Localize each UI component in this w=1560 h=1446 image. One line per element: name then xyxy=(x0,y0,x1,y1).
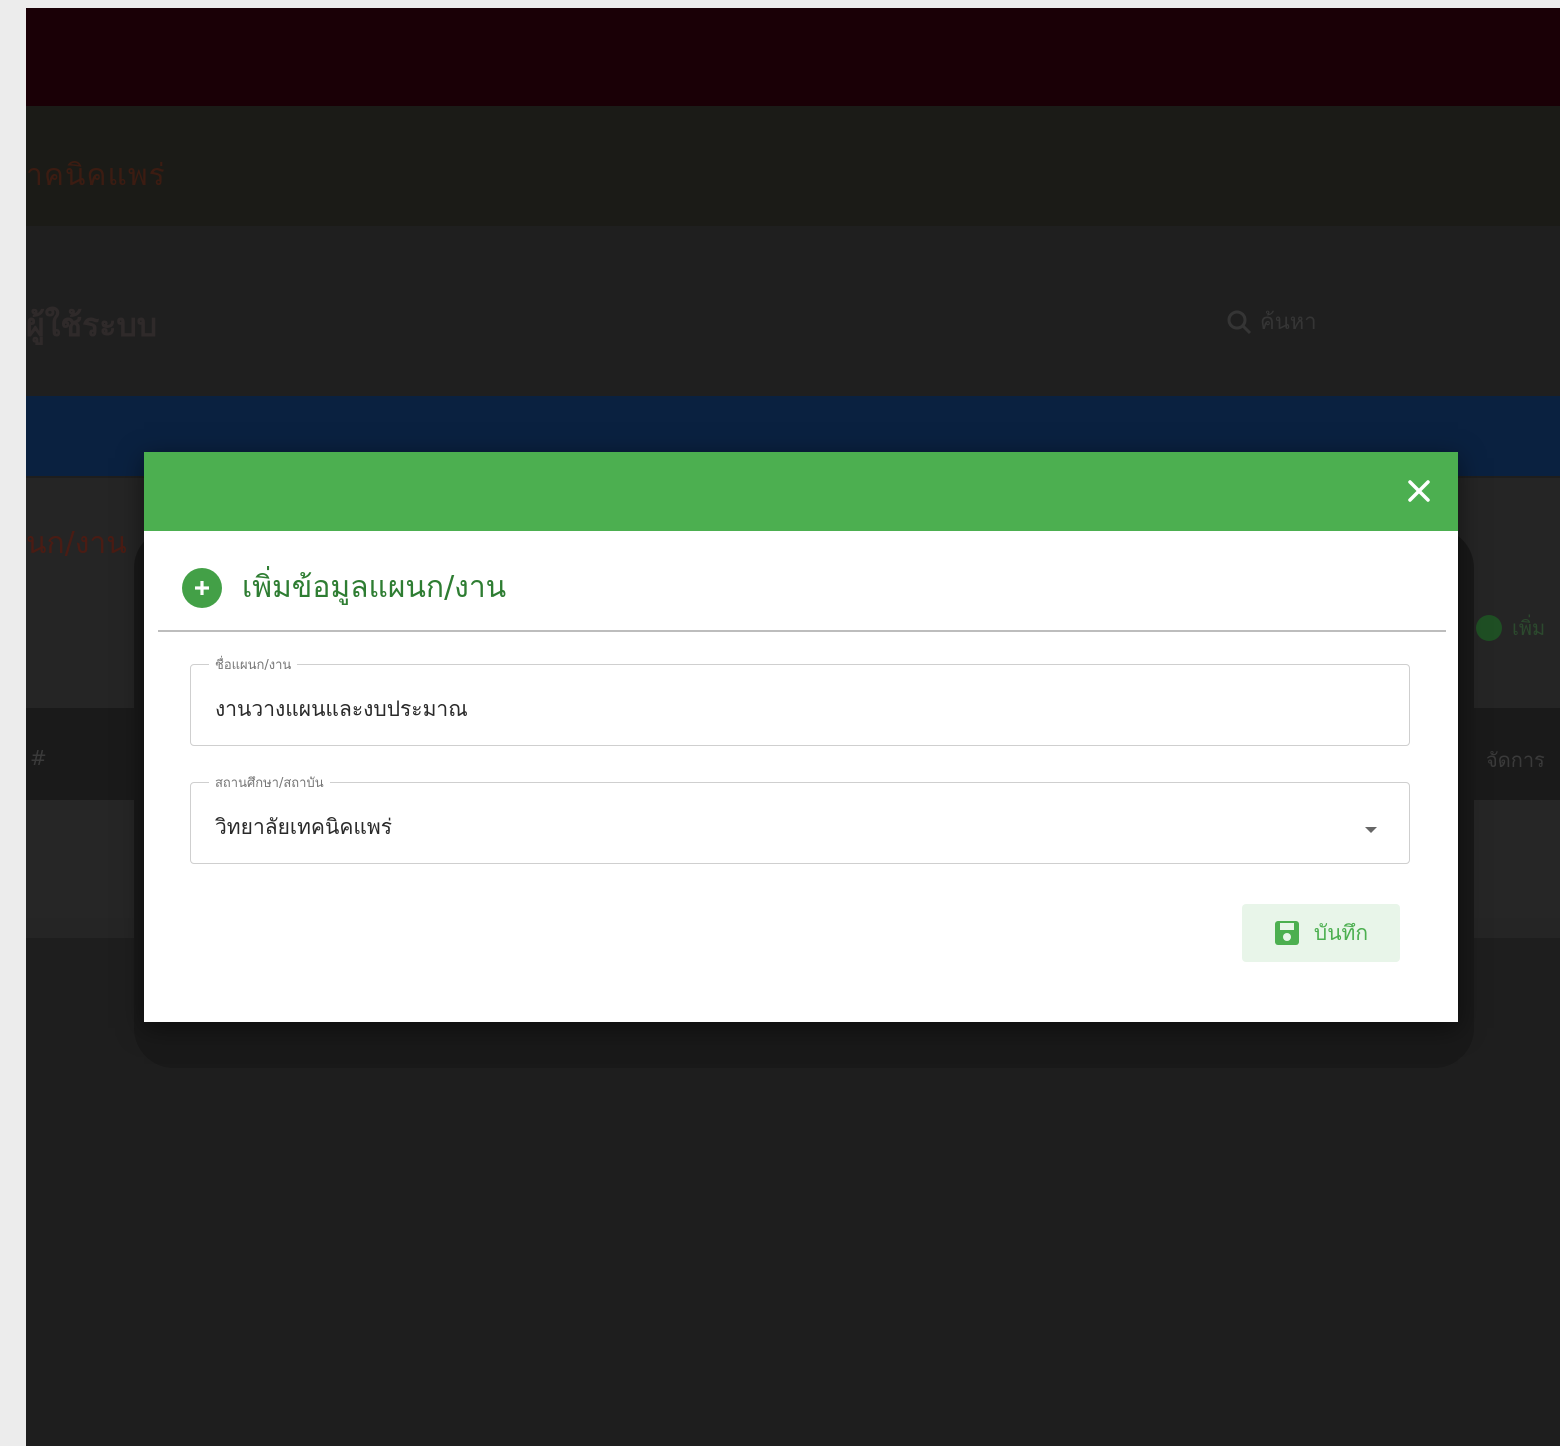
close-icon xyxy=(1408,480,1430,502)
dialog-header xyxy=(144,452,1458,531)
search-icon xyxy=(1227,310,1252,334)
chevron-down-icon[interactable] xyxy=(1365,827,1377,833)
dialog-divider xyxy=(158,630,1446,632)
institution-value[interactable]: วิทยาลัยเทคนิคแพร่ xyxy=(215,793,1385,844)
department-name-field[interactable]: ชื่อแผนก/งาน งานวางแผนและงบประมาณ xyxy=(190,654,1410,746)
institution-label: สถานศึกษา/สถาบัน xyxy=(215,776,324,791)
top-navbar xyxy=(26,8,1560,106)
brand-bar xyxy=(26,106,1560,228)
column-header-manage: จัดการ xyxy=(1486,748,1545,772)
dialog-title-row: เพิ่มข้อมูลแผนก/งาน xyxy=(182,564,506,611)
card-title: นก/งาน xyxy=(26,526,127,561)
page-header xyxy=(26,226,1560,396)
save-label: บันทึก xyxy=(1313,920,1369,945)
add-circle-icon xyxy=(182,567,222,608)
add-department-button[interactable]: เพิ่ม xyxy=(1476,612,1545,644)
add-department-dialog: เพิ่มข้อมูลแผนก/งาน ชื่อแผนก/งาน งานวางแ… xyxy=(144,452,1458,1022)
dialog-title: เพิ่มข้อมูลแผนก/งาน xyxy=(242,570,507,605)
app-viewport: าคนิคแพร่ ผู้ใช้ระบบ ค้นหา นก/งาน เพิ่ม … xyxy=(26,8,1560,1446)
search-box[interactable]: ค้นหา xyxy=(1226,304,1317,339)
column-header-index: # xyxy=(30,746,47,770)
search-label: ค้นหา xyxy=(1260,310,1317,335)
department-name-value[interactable]: งานวางแผนและงบประมาณ xyxy=(215,675,1385,726)
add-circle-icon xyxy=(1476,615,1502,641)
add-department-label: เพิ่ม xyxy=(1512,616,1546,640)
save-button[interactable]: บันทึก xyxy=(1242,904,1400,962)
page-title: ผู้ใช้ระบบ xyxy=(26,306,158,344)
department-name-label: ชื่อแผนก/งาน xyxy=(215,658,292,673)
close-button[interactable] xyxy=(1402,474,1436,508)
save-icon xyxy=(1274,921,1299,945)
institution-select[interactable]: สถานศึกษา/สถาบัน วิทยาลัยเทคนิคแพร่ xyxy=(190,772,1410,864)
brand-name: าคนิคแพร่ xyxy=(26,158,166,193)
